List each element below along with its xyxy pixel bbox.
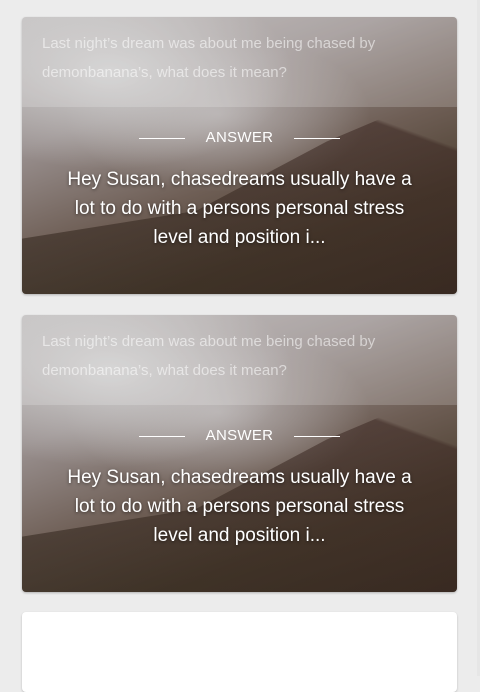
divider bbox=[138, 435, 185, 437]
question-text: Last night’s dream was about me being ch… bbox=[22, 315, 457, 405]
divider bbox=[294, 435, 341, 437]
question-text: Last night’s dream was about me being ch… bbox=[22, 17, 457, 107]
divider bbox=[138, 137, 185, 139]
empty-card bbox=[22, 612, 457, 692]
answer-label-text: ANSWER bbox=[205, 129, 274, 146]
answer-label-text: ANSWER bbox=[205, 427, 274, 444]
answer-label: ANSWER bbox=[22, 129, 457, 146]
question-card[interactable]: Last night’s dream was about me being ch… bbox=[22, 17, 457, 294]
divider bbox=[294, 137, 341, 139]
answer-label: ANSWER bbox=[22, 427, 457, 444]
answer-text: Hey Susan, chasedreams usually have a lo… bbox=[67, 467, 412, 546]
question-card[interactable]: Last night’s dream was about me being ch… bbox=[22, 315, 457, 592]
answer-text: Hey Susan, chasedreams usually have a lo… bbox=[67, 169, 412, 248]
